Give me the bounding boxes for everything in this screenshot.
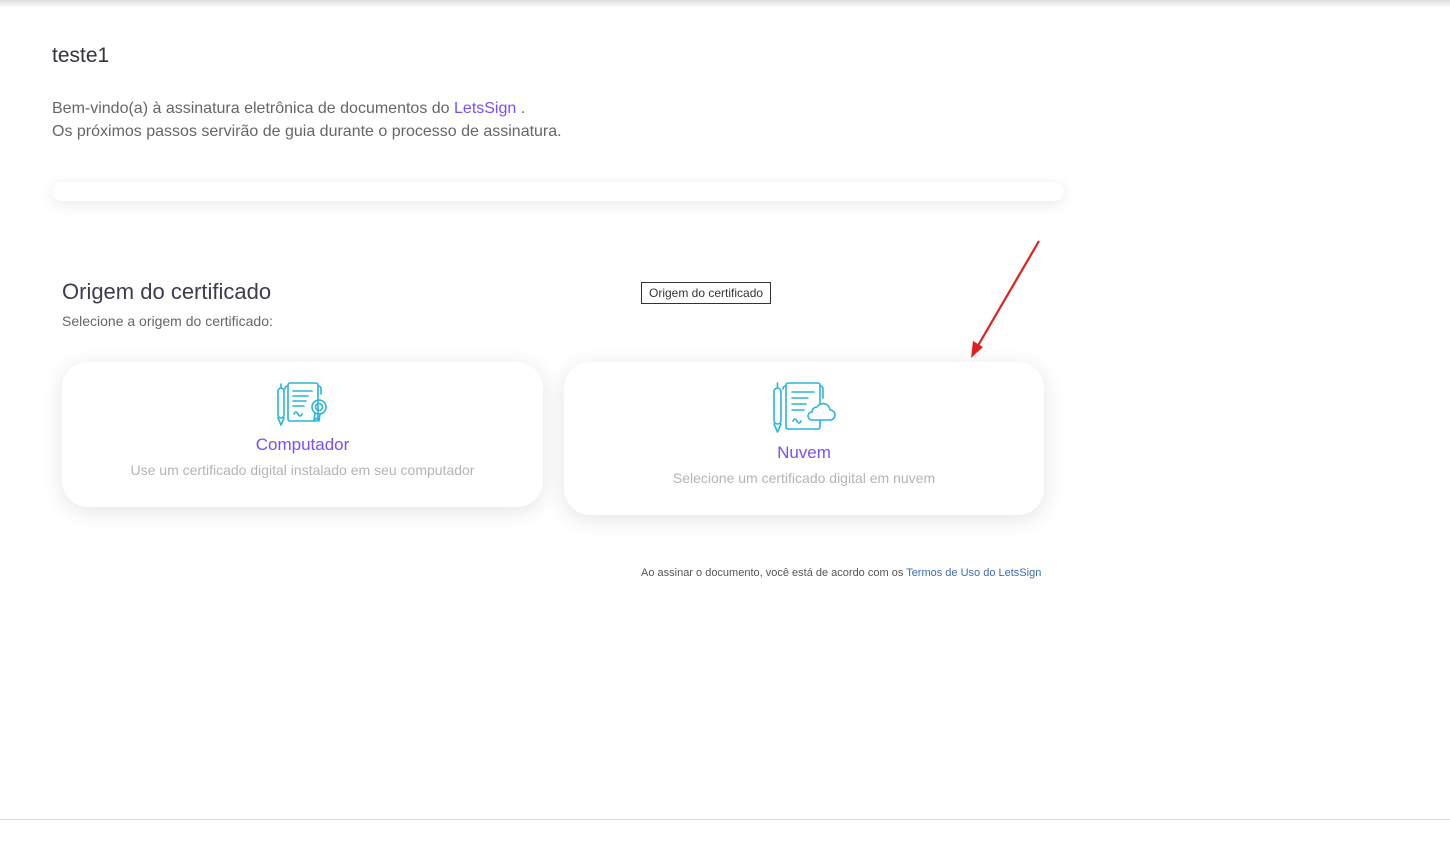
terms-text: Ao assinar o documento, você está de aco… xyxy=(641,567,904,579)
welcome-message: Bem-vindo(a) à assinatura eletrônica de … xyxy=(52,97,562,143)
computer-option-title: Computador xyxy=(255,435,350,454)
certificate-cloud-icon xyxy=(773,382,836,433)
section-title: Origem do certificado xyxy=(62,279,272,304)
cloud-option-description: Selecione um certificado digital em nuve… xyxy=(672,470,936,486)
computer-certificate-card[interactable]: Computador Use um certificado digital in… xyxy=(62,362,543,507)
cloud-certificate-card[interactable]: Nuvem Selecione um certificado digital e… xyxy=(564,362,1044,515)
terms-notice: Ao assinar o documento, você está de aco… xyxy=(641,567,1041,579)
tooltip: Origem do certificado xyxy=(641,282,772,304)
top-bar-shadow xyxy=(0,0,1450,8)
welcome-line2-text: Os próximos passos servirão de guia dura… xyxy=(52,123,562,140)
section-subtitle: Selecione a origem do certificado: xyxy=(62,313,273,329)
certificate-seal-icon xyxy=(276,382,327,426)
footer-divider xyxy=(0,819,1450,820)
annotation-arrow-icon xyxy=(971,240,1040,358)
document-title: teste1 xyxy=(52,44,110,67)
brand-name: LetsSign xyxy=(454,100,517,117)
page: teste1 Bem-vindo(a) à assinatura eletrôn… xyxy=(0,0,1450,846)
welcome-line1-period: . xyxy=(520,100,526,117)
progress-bar xyxy=(52,182,1064,201)
terms-link[interactable]: Termos de Uso do LetsSign xyxy=(906,567,1041,579)
welcome-line1-text: Bem-vindo(a) à assinatura eletrônica de … xyxy=(52,100,450,117)
computer-option-description: Use um certificado digital instalado em … xyxy=(130,462,475,478)
cloud-option-title: Nuvem xyxy=(777,443,831,462)
